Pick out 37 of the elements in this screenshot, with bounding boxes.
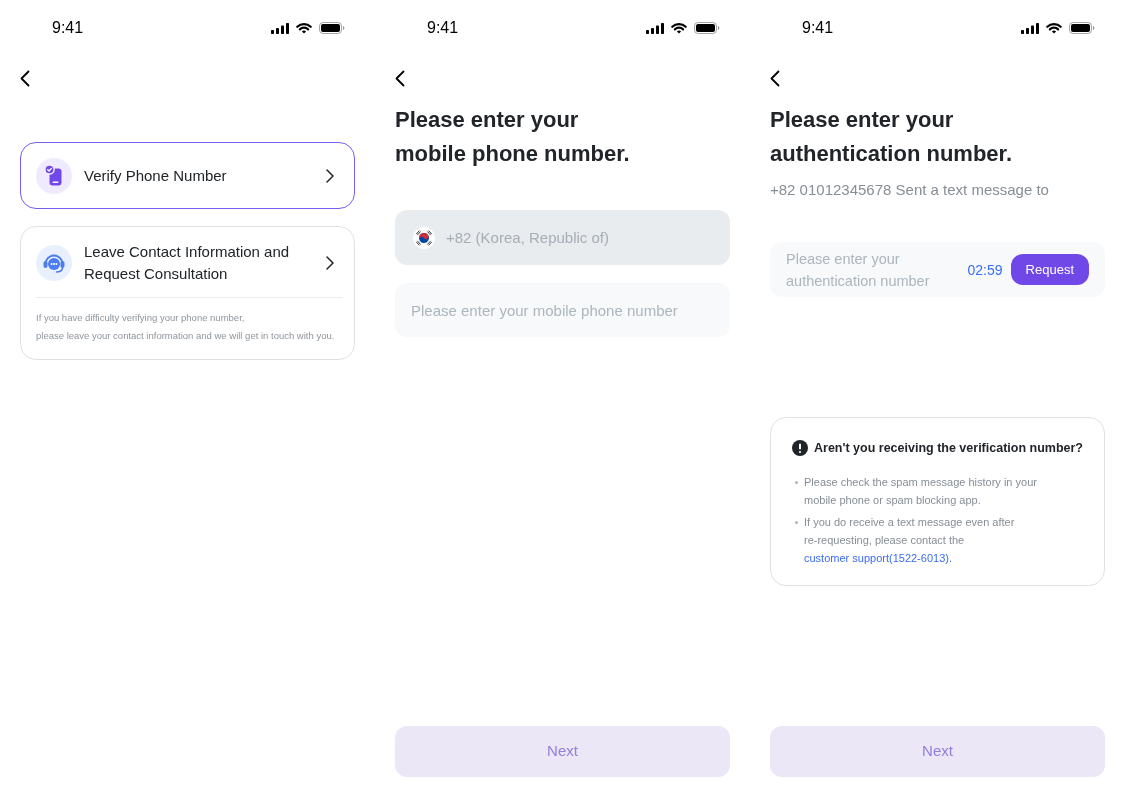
- status-time: 9:41: [427, 18, 459, 38]
- status-time: 9:41: [52, 18, 84, 38]
- battery-icon: [1069, 22, 1095, 34]
- chevron-right-icon: [326, 256, 334, 270]
- headset-chat-icon: [36, 245, 72, 281]
- auth-code-field[interactable]: Please enter your authentication number 02:59 Request: [770, 242, 1105, 297]
- option-card[interactable]: Verify Phone Number: [20, 142, 355, 209]
- signal-icon: [646, 22, 664, 34]
- subtitle-text: +82 01012345678 Sent a text message to: [769, 180, 1050, 200]
- battery-icon: [694, 22, 720, 34]
- wifi-icon: [1046, 22, 1062, 34]
- page-title: Please enter your mobile phone number.: [394, 106, 631, 168]
- help-title: Aren't you receiving the verification number?: [814, 439, 1083, 457]
- back-icon[interactable]: [395, 69, 405, 87]
- option-card[interactable]: Leave Contact Information and Request Consultation If you have difficulty verifying your phone number, please leave your contact information and we will get in touch with you.: [20, 226, 355, 360]
- signal-icon: [271, 22, 289, 34]
- help-text: If you do receive a text message even after re-requesting, please contact the customer support(1522-6013).: [804, 514, 1016, 566]
- countdown-timer: 02:59: [967, 260, 1003, 280]
- page-title: Please enter your authentication number.: [769, 106, 1014, 168]
- help-note: If you have difficulty verifying your phone number, please leave your contact information and we will get in touch with you.: [35, 311, 336, 343]
- help-text: Please check the spam message history in your mobile phone or spam blocking app.: [804, 474, 1038, 508]
- status-time: 9:41: [802, 18, 834, 38]
- wifi-icon: [671, 22, 687, 34]
- bullet-icon: [795, 480, 798, 484]
- back-icon[interactable]: [20, 69, 30, 87]
- bullet-icon: [795, 520, 798, 524]
- request-button[interactable]: Request: [1010, 254, 1089, 285]
- back-icon[interactable]: [770, 69, 780, 87]
- flag-icon: [412, 225, 436, 250]
- alert-icon: [792, 439, 808, 456]
- wifi-icon: [296, 22, 312, 34]
- chevron-right-icon: [326, 168, 334, 183]
- phone-check-icon: [36, 157, 72, 194]
- support-link[interactable]: customer support(1522-6013).: [804, 551, 952, 564]
- phone-number-field[interactable]: Please enter your mobile phone number: [395, 283, 730, 337]
- signal-icon: [1021, 22, 1039, 34]
- battery-icon: [319, 22, 345, 34]
